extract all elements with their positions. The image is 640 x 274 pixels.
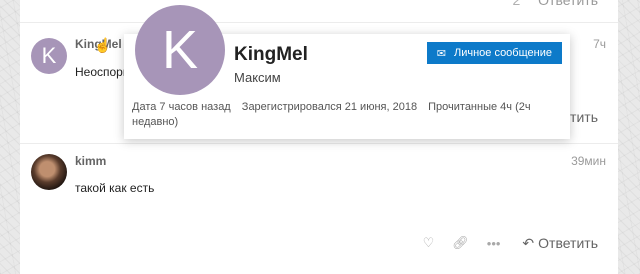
link-icon[interactable]: 🔗︎ <box>452 235 469 251</box>
private-message-button[interactable]: ✉ Личное сообщение <box>426 42 562 64</box>
post-time[interactable]: 39мин <box>571 154 606 168</box>
reply-button-partial[interactable]: Ответить <box>538 0 598 8</box>
post-body: Неоспори <box>75 65 130 79</box>
like-count[interactable]: 2 <box>512 0 520 8</box>
avatar[interactable]: K <box>31 38 67 74</box>
post-actions: ♡ 🔗︎ ••• ↶ Ответить <box>405 235 598 252</box>
more-icon[interactable]: ••• <box>487 236 501 251</box>
user-card-username[interactable]: KingMel <box>234 44 308 66</box>
post-time[interactable]: 7ч <box>593 37 606 51</box>
user-card-registered: Зарегистрировался 21 июня, 2018 <box>241 101 418 113</box>
private-message-label: Личное сообщение <box>453 47 552 59</box>
post-body: такой как есть <box>75 181 155 195</box>
avatar[interactable] <box>31 154 67 190</box>
user-card-stats: Дата 7 часов назад Зарегистрировался 21 … <box>132 100 562 130</box>
hand-pointer-icon: ☝ <box>94 37 112 53</box>
previous-post-actions: 2 Ответить <box>512 0 598 8</box>
post-username[interactable]: kimm <box>75 154 106 168</box>
user-card-avatar[interactable]: K <box>135 5 225 95</box>
reply-button[interactable]: ↶ Ответить <box>522 235 598 252</box>
user-card-posted: Дата 7 часов назад <box>132 101 231 113</box>
post: kimm 39мин такой как есть ♡ 🔗︎ ••• ↶ Отв… <box>20 143 618 274</box>
heart-icon[interactable]: ♡ <box>423 235 435 251</box>
envelope-icon: ✉ <box>436 47 446 60</box>
reply-icon: ↶ <box>522 234 535 251</box>
user-card-full-name: Максим <box>234 70 281 85</box>
reply-label: Ответить <box>538 235 598 251</box>
